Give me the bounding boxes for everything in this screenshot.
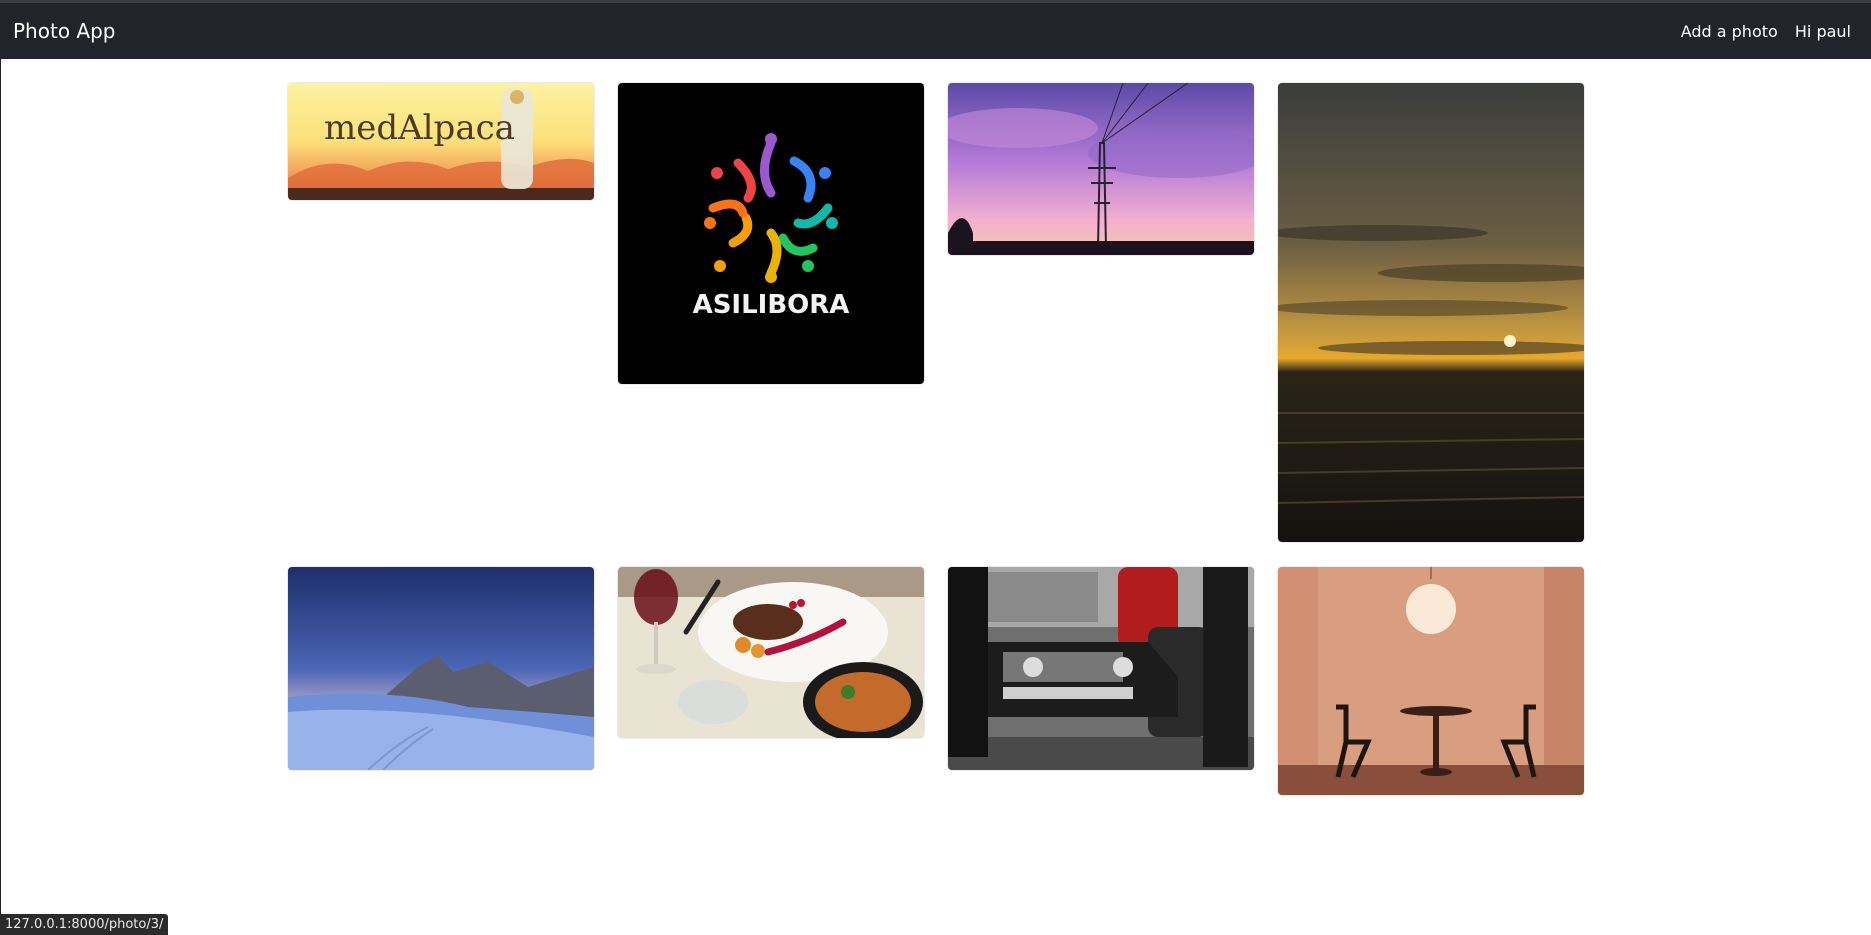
asilibora-image: ASILIBORA (618, 83, 924, 384)
photo-card-pink-room-table[interactable] (1278, 567, 1584, 795)
classic-car-image (948, 567, 1254, 770)
brand-link[interactable]: Photo App (13, 19, 115, 43)
user-greeting-link[interactable]: Hi paul (1795, 22, 1851, 41)
medalpaca-logo-text: medAlpaca (324, 108, 515, 148)
photo-card-snowy-mountain[interactable] (288, 567, 594, 770)
photo-card-power-line-sunset[interactable] (948, 83, 1254, 255)
medalpaca-image: medAlpaca (288, 83, 594, 200)
steak-dinner-image (618, 567, 924, 738)
status-bar-url: 127.0.0.1:8000/photo/3/ (0, 914, 169, 935)
photo-card-ocean-sunset[interactable] (1278, 83, 1584, 542)
photo-card-classic-car[interactable] (948, 567, 1254, 770)
nav-links: Add a photo Hi paul (1669, 22, 1851, 41)
photo-card-medalpaca[interactable]: medAlpaca (288, 83, 594, 200)
window-left-edge (0, 59, 1, 935)
snowy-mountain-image (288, 567, 594, 770)
pink-room-table-image (1278, 567, 1584, 795)
add-photo-link[interactable]: Add a photo (1681, 22, 1778, 41)
photo-card-steak-dinner[interactable] (618, 567, 924, 738)
asilibora-logo-text: ASILIBORA (693, 290, 850, 320)
power-line-sunset-image (948, 83, 1254, 255)
ocean-sunset-image (1278, 83, 1584, 542)
photo-card-asilibora[interactable]: ASILIBORA (618, 83, 924, 384)
navbar: Photo App Add a photo Hi paul (0, 3, 1871, 59)
